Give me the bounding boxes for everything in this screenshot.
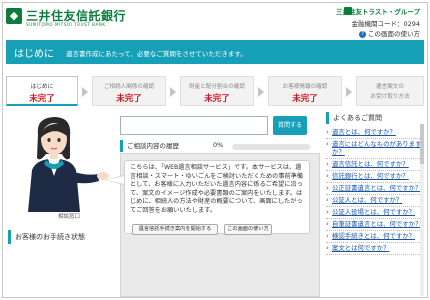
consultant-label: 相談窓口 xyxy=(58,214,81,220)
step-sublabel: お受け取り方法 xyxy=(370,94,410,100)
step-tab-receipt[interactable]: 遺言案文の お受け取り方法 xyxy=(356,76,424,106)
chevron-right-icon xyxy=(170,87,176,97)
title-bar: はじめに 遺言書作成にあたって、必要なご質問をさせていただきます。 xyxy=(6,40,424,64)
screen-help-link[interactable]: ? この画面の使い方 xyxy=(359,28,420,38)
progress-bar xyxy=(232,144,310,150)
faq-item[interactable]: 公正証書遺言とは、何ですか？ xyxy=(326,183,422,195)
faq-item[interactable]: 公証人とは、何ですか？ xyxy=(326,195,422,207)
faq-item[interactable]: 遺言信託とは、何ですか？ xyxy=(326,159,422,171)
faq-item[interactable]: 案文とは何ですか？ xyxy=(326,243,422,255)
faq-item[interactable]: 信託銀行とは、何ですか？ xyxy=(326,171,422,183)
institution-code: 金融機関コード：0294 xyxy=(351,20,420,28)
consultant-illustration xyxy=(28,117,109,212)
step-tab-intro[interactable]: はじめに 未完了 xyxy=(6,76,78,106)
page-description: 遺言書作成にあたって、必要なご質問をさせていただきます。 xyxy=(66,50,247,58)
faq-item[interactable]: 遺言とは、何ですか？ xyxy=(326,127,422,139)
step-status: 未完了 xyxy=(204,94,230,104)
faq-item[interactable]: 自筆証書遺言とは、何ですか？ xyxy=(326,219,422,231)
step-tab-heirs[interactable]: ご相続人関係の確認 未完了 xyxy=(92,76,166,106)
faq-item[interactable]: 遺言にはどんなものがありますか？ xyxy=(326,139,422,159)
chevron-right-icon xyxy=(82,87,88,97)
ask-button[interactable]: 質問する xyxy=(273,116,307,135)
progress-percent: 0% xyxy=(213,141,224,149)
start-procedure-button[interactable]: 遺言信託手続き案内を開始する xyxy=(132,224,218,235)
step-tab-customer-info[interactable]: お客様情報の確認 未完了 xyxy=(268,76,342,106)
page-title: はじめに xyxy=(14,49,54,60)
screen-help-label: この画面の使い方 xyxy=(368,30,420,38)
speech-bubble: こちらは、「WEB遺言相談サービス」です。本サービスは、遺言相談・スマート・ゆい… xyxy=(124,160,310,234)
consultation-input[interactable] xyxy=(120,116,268,135)
bank-name-en: SUMITOMO MITSUI TRUST BANK xyxy=(26,22,106,27)
consultant-avatar xyxy=(6,112,112,224)
step-status: 未完了 xyxy=(116,94,142,104)
bubble-tail xyxy=(106,176,124,184)
step-status: 未完了 xyxy=(292,94,318,104)
customer-status-heading: お客様のお手続き状態 xyxy=(8,230,118,244)
faq-item[interactable]: 公証人役場とは、何ですか？ xyxy=(326,207,422,219)
bubble-text: こちらは、「WEB遺言相談サービス」です。本サービスは、遺言相談・スマート・ゆい… xyxy=(130,164,304,214)
step-label: はじめに xyxy=(30,84,54,90)
history-heading: ご相談内容の履歴 xyxy=(120,140,220,152)
chevron-right-icon xyxy=(258,87,264,97)
step-status: 未完了 xyxy=(29,94,55,104)
help-icon: ? xyxy=(359,30,366,38)
how-to-use-button[interactable]: この画面の使い方 xyxy=(224,224,272,235)
step-label: 遺言案文の xyxy=(376,84,404,90)
step-label: ご相続人関係の確認 xyxy=(103,84,155,90)
step-label: 財産と配分割合の確認 xyxy=(189,84,245,90)
faq-scroll-thumb[interactable] xyxy=(420,124,424,164)
step-tab-assets[interactable]: 財産と配分割合の確認 未完了 xyxy=(180,76,254,106)
faq-heading: よくあるご質問 xyxy=(326,112,422,124)
bank-logo-icon: ◆ xyxy=(6,8,22,24)
faq-item[interactable]: 検認手続きとは、何ですか？ xyxy=(326,231,422,243)
faq-scrollbar[interactable] xyxy=(420,124,424,296)
step-tabs: はじめに 未完了 ご相続人関係の確認 未完了 財産と配分割合の確認 未完了 お客… xyxy=(6,76,424,108)
group-name: 三井住友トラスト・グループ xyxy=(336,8,420,16)
step-label: お客様情報の確認 xyxy=(282,84,328,90)
faq-list: 遺言とは、何ですか？ 遺言にはどんなものがありますか？ 遺言信託とは、何ですか？… xyxy=(326,127,422,255)
chevron-right-icon xyxy=(346,87,352,97)
header: ◆ 三井住友信託銀行 SUMITOMO MITSUI TRUST BANK 三井… xyxy=(6,6,424,38)
